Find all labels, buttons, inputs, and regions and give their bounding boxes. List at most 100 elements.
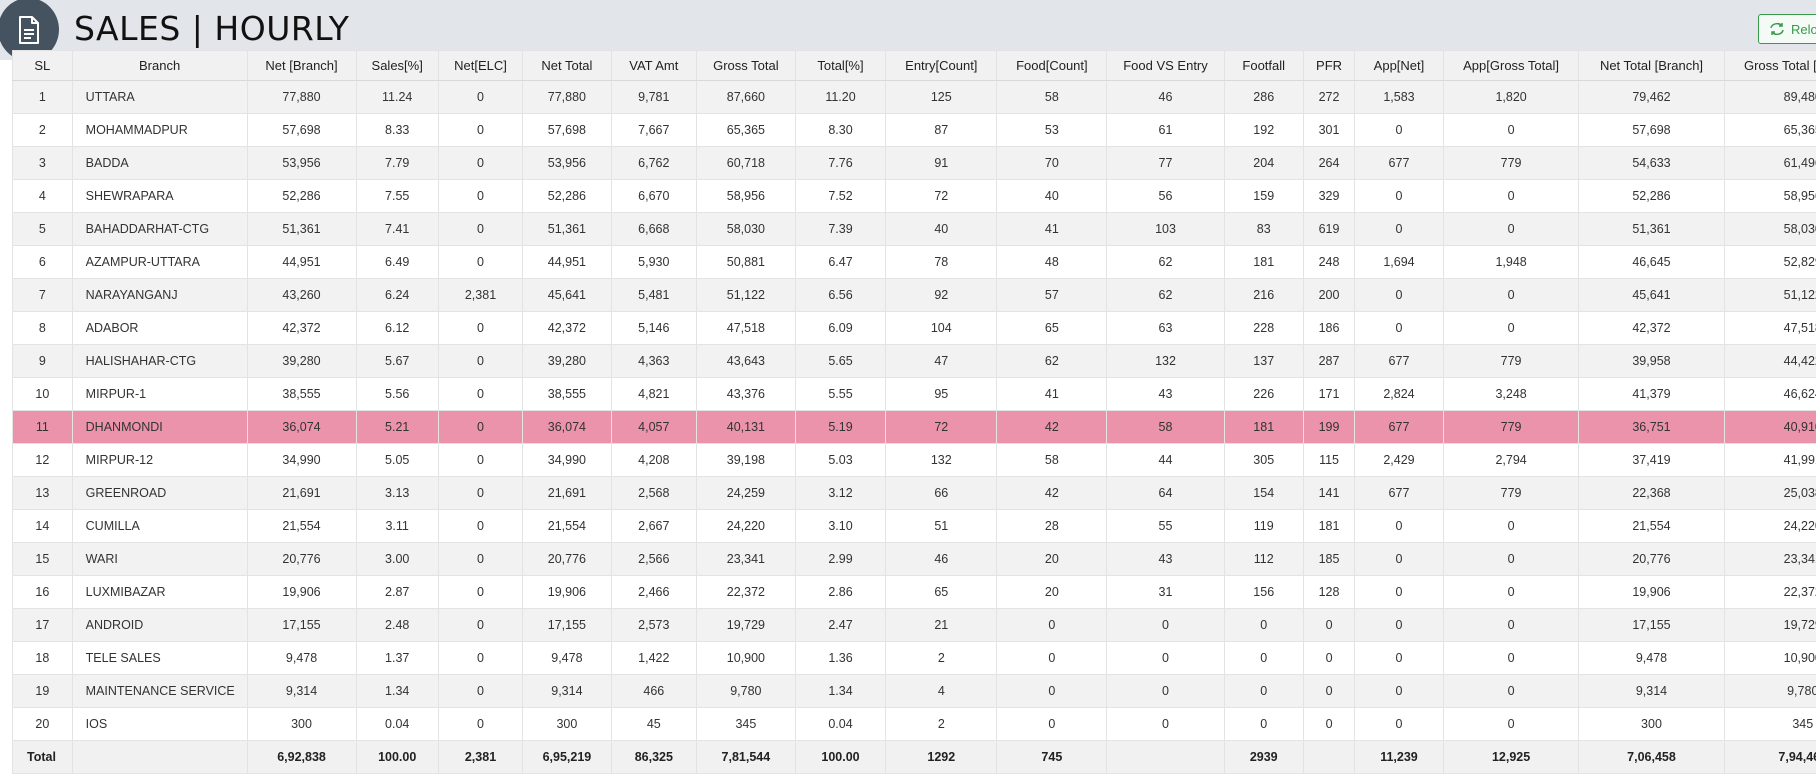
table-cell: 21,554 <box>522 509 612 543</box>
table-row[interactable]: 14 CUMILLA 21,554 3.11 0 21,554 2,667 24,220 3.1… <box>12 509 1816 543</box>
table-row[interactable]: 5 BAHADDARHAT-CTG 51,361 7.41 0 51,361 6,668 58… <box>12 212 1816 246</box>
table-row[interactable]: 19 MAINTENANCE SERVICE 9,314 1.34 0 9,314 466 9… <box>12 674 1816 708</box>
table-cell: 199 <box>1302 410 1356 444</box>
column-header[interactable]: Gross Total <box>696 50 796 81</box>
column-header[interactable]: Branch <box>71 50 248 81</box>
table-cell: 6 <box>12 245 73 279</box>
table-cell: 115 <box>1302 443 1356 477</box>
column-header[interactable]: Gross Total [Branch] <box>1723 50 1816 81</box>
table-cell: 0 <box>1442 179 1580 213</box>
reload-button[interactable]: Reload <box>1758 14 1816 44</box>
table-row[interactable]: 4 SHEWRAPARA 52,286 7.55 0 52,286 6,670 58,956 7… <box>12 179 1816 213</box>
table-row[interactable]: 8 ADABOR 42,372 6.12 0 42,372 5,146 47,518 6.09 1… <box>12 311 1816 345</box>
table-cell: 216 <box>1223 278 1304 312</box>
table-cell: 9 <box>12 344 73 378</box>
table-row[interactable]: 9 HALISHAHAR-CTG 39,280 5.67 0 39,280 4,363 43,… <box>12 344 1816 378</box>
column-header[interactable]: Net[ELC] <box>437 50 524 81</box>
table-cell: 0 <box>437 509 524 543</box>
column-header[interactable]: Entry[Count] <box>885 50 998 81</box>
table-cell: 21,691 <box>522 476 612 510</box>
table-cell: 0.04 <box>794 707 887 741</box>
table-cell: 89,480 <box>1723 80 1816 114</box>
table-cell: 2,568 <box>610 476 698 510</box>
table-cell: 42,372 <box>246 311 357 345</box>
table-row[interactable]: 10 MIRPUR-1 38,555 5.56 0 38,555 4,821 43,376 5.… <box>12 377 1816 411</box>
table-cell: 37,419 <box>1578 443 1725 477</box>
table-cell: 0 <box>1223 641 1304 675</box>
column-header[interactable]: Sales[%] <box>355 50 439 81</box>
table-cell: 65,365 <box>696 113 796 147</box>
table-cell: 20 <box>996 542 1108 576</box>
table-cell: 2 <box>12 113 73 147</box>
table-cell: 43 <box>1106 542 1225 576</box>
table-row[interactable]: 17 ANDROID 17,155 2.48 0 17,155 2,573 19,729 2.4… <box>12 608 1816 642</box>
table-cell: 4,057 <box>610 410 698 444</box>
table-cell: 45,641 <box>1578 278 1725 312</box>
column-header[interactable]: Food VS Entry <box>1106 50 1225 81</box>
table-cell: 40 <box>996 179 1108 213</box>
table-cell: 58,030 <box>696 212 796 246</box>
table-cell: 57,698 <box>522 113 612 147</box>
table-cell: 0 <box>1354 608 1444 642</box>
table-row[interactable]: 1 UTTARA 77,880 11.24 0 77,880 9,781 87,660 11.2… <box>12 80 1816 114</box>
table-cell: 17,155 <box>522 608 612 642</box>
table-cell: 6.12 <box>355 311 439 345</box>
table-cell: 329 <box>1302 179 1356 213</box>
table-row[interactable]: 12 MIRPUR-12 34,990 5.05 0 34,990 4,208 39,198 5… <box>12 443 1816 477</box>
table-cell: 77 <box>1106 146 1225 180</box>
table-row[interactable]: 18 TELE SALES 9,478 1.37 0 9,478 1,422 10,900 1.… <box>12 641 1816 675</box>
column-header[interactable]: Net Total <box>522 50 612 81</box>
table-cell: 186 <box>1302 311 1356 345</box>
table-cell: 51,361 <box>522 212 612 246</box>
column-header[interactable]: Net Total [Branch] <box>1578 50 1725 81</box>
column-header[interactable]: Total[%] <box>794 50 887 81</box>
table-cell: 61 <box>1106 113 1225 147</box>
sales-table-container[interactable]: SL Branch Net [Branch] Sales[%] Net[ELC] Net … <box>12 50 1816 775</box>
table-row[interactable]: 3 BADDA 53,956 7.79 0 53,956 6,762 60,718 7.76 91… <box>12 146 1816 180</box>
table-cell: 2,573 <box>610 608 698 642</box>
table-cell: 50,881 <box>696 245 796 279</box>
column-header[interactable]: Net [Branch] <box>246 50 357 81</box>
table-cell: 300 <box>246 707 357 741</box>
table-cell: 45,641 <box>522 278 612 312</box>
total-cell: 7,94,469 <box>1723 740 1816 774</box>
table-cell: 51,361 <box>1578 212 1725 246</box>
table-cell: 54,633 <box>1578 146 1725 180</box>
table-cell: 7.41 <box>355 212 439 246</box>
table-cell: 0 <box>437 344 524 378</box>
table-cell: 1,422 <box>610 641 698 675</box>
table-cell: 1,694 <box>1354 245 1444 279</box>
column-header[interactable]: SL <box>12 50 73 81</box>
column-header[interactable]: VAT Amt <box>610 50 698 81</box>
table-cell: 0 <box>1354 641 1444 675</box>
table-cell: 65 <box>996 311 1108 345</box>
table-cell: 9,314 <box>1578 674 1725 708</box>
table-row[interactable]: 20 IOS 300 0.04 0 300 45 345 0.04 2 0 0 0 0 0 0 300 345 <box>12 707 1816 741</box>
column-header[interactable]: Footfall <box>1223 50 1304 81</box>
table-row[interactable]: 15 WARI 20,776 3.00 0 20,776 2,566 23,341 2.99 46… <box>12 542 1816 576</box>
total-cell: 1292 <box>885 740 998 774</box>
table-cell: 40 <box>885 212 998 246</box>
column-header[interactable]: App[Net] <box>1354 50 1444 81</box>
table-row[interactable]: 16 LUXMIBAZAR 19,906 2.87 0 19,906 2,466 22,372… <box>12 575 1816 609</box>
table-cell: 36,751 <box>1578 410 1725 444</box>
table-cell: 0 <box>1442 278 1580 312</box>
column-header[interactable]: PFR <box>1302 50 1356 81</box>
total-cell: 100.00 <box>794 740 887 774</box>
table-cell: 159 <box>1223 179 1304 213</box>
table-cell: 0 <box>1302 707 1356 741</box>
table-row[interactable]: 6 AZAMPUR-UTTARA 44,951 6.49 0 44,951 5,930 50,… <box>12 245 1816 279</box>
table-cell: 1.36 <box>794 641 887 675</box>
table-row[interactable]: 11 DHANMONDI 36,074 5.21 0 36,074 4,057 40,131 5… <box>12 410 1816 444</box>
total-cell <box>71 740 248 774</box>
column-header[interactable]: Food[Count] <box>996 50 1108 81</box>
column-header[interactable]: App[Gross Total] <box>1442 50 1580 81</box>
table-row[interactable]: 2 MOHAMMADPUR 57,698 8.33 0 57,698 7,667 65,365… <box>12 113 1816 147</box>
table-cell: 6.09 <box>794 311 887 345</box>
branch-cell: WARI <box>71 542 248 576</box>
table-row[interactable]: 7 NARAYANGANJ 43,260 6.24 2,381 45,641 5,481 51… <box>12 278 1816 312</box>
table-cell: 25,038 <box>1723 476 1816 510</box>
branch-cell: SHEWRAPARA <box>71 179 248 213</box>
table-cell: 57,698 <box>1578 113 1725 147</box>
table-row[interactable]: 13 GREENROAD 21,691 3.13 0 21,691 2,568 24,259 3… <box>12 476 1816 510</box>
